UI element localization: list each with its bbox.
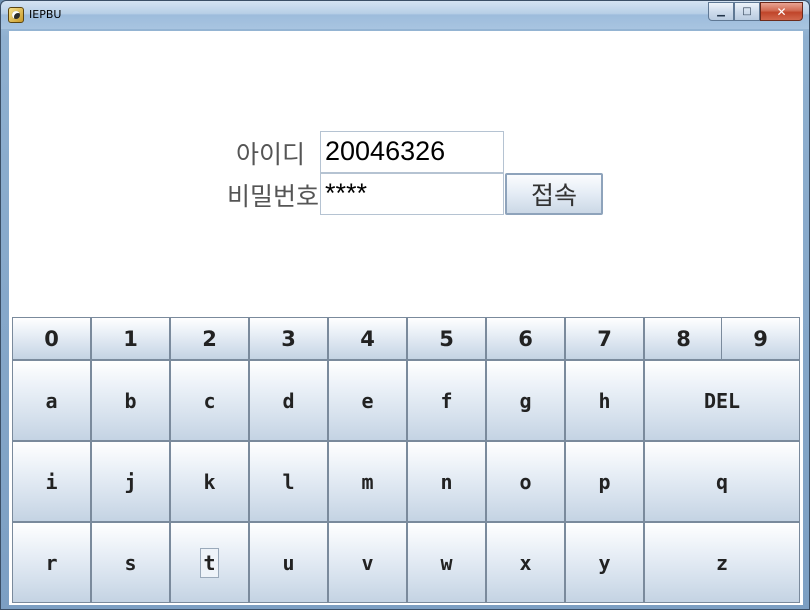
key-i-label: i bbox=[45, 469, 58, 494]
id-label: 아이디 bbox=[235, 140, 305, 169]
key-y-label: y bbox=[598, 550, 611, 575]
key-u-label: u bbox=[282, 550, 295, 575]
key-t[interactable]: t bbox=[170, 522, 249, 603]
key-p-label: p bbox=[598, 469, 611, 494]
key-r-label: r bbox=[45, 550, 58, 575]
key-x-label: x bbox=[519, 550, 532, 575]
key-x[interactable]: x bbox=[486, 522, 565, 603]
key-4[interactable]: 4 bbox=[328, 317, 407, 360]
key-1-label: 1 bbox=[123, 326, 138, 351]
key-v[interactable]: v bbox=[328, 522, 407, 603]
key-n[interactable]: n bbox=[407, 441, 486, 522]
key-z-label: z bbox=[715, 550, 729, 575]
key-y[interactable]: y bbox=[565, 522, 644, 603]
key-j[interactable]: j bbox=[91, 441, 170, 522]
title-bar[interactable]: IEPBU ▁ □ ✕ bbox=[1, 1, 809, 29]
key-k[interactable]: k bbox=[170, 441, 249, 522]
key-z[interactable]: z bbox=[644, 522, 800, 603]
delete-key-label: DEL bbox=[703, 388, 741, 413]
maximize-button[interactable]: □ bbox=[734, 2, 760, 21]
key-v-label: v bbox=[361, 550, 374, 575]
key-9-label: 9 bbox=[753, 326, 768, 351]
key-m[interactable]: m bbox=[328, 441, 407, 522]
key-6[interactable]: 6 bbox=[486, 317, 565, 360]
key-o[interactable]: o bbox=[486, 441, 565, 522]
key-l-label: l bbox=[282, 469, 295, 494]
key-b-label: b bbox=[124, 388, 137, 413]
key-l[interactable]: l bbox=[249, 441, 328, 522]
connect-button[interactable]: 접속 bbox=[505, 173, 603, 215]
key-h-label: h bbox=[598, 388, 611, 413]
key-2-label: 2 bbox=[202, 326, 217, 351]
key-p[interactable]: p bbox=[565, 441, 644, 522]
key-f-label: f bbox=[440, 388, 453, 413]
key-q-label: q bbox=[715, 469, 729, 494]
key-w[interactable]: w bbox=[407, 522, 486, 603]
key-3-label: 3 bbox=[281, 326, 296, 351]
client-area: 아이디 20046326 비밀번호 **** 접속 0 1 2 3 4 5 6 7 8 9 a b c d… bbox=[9, 31, 803, 605]
key-h[interactable]: h bbox=[565, 360, 644, 441]
key-j-label: j bbox=[124, 469, 137, 494]
key-k-label: k bbox=[203, 469, 216, 494]
password-label: 비밀번호 bbox=[226, 182, 319, 211]
key-5[interactable]: 5 bbox=[407, 317, 486, 360]
delete-key[interactable]: DEL bbox=[644, 360, 800, 441]
key-1[interactable]: 1 bbox=[91, 317, 170, 360]
key-5-label: 5 bbox=[439, 326, 454, 351]
key-8-label: 8 bbox=[676, 326, 691, 351]
key-a[interactable]: a bbox=[12, 360, 91, 441]
key-b[interactable]: b bbox=[91, 360, 170, 441]
key-t-label: t bbox=[200, 547, 219, 578]
key-9[interactable]: 9 bbox=[721, 317, 800, 360]
key-i[interactable]: i bbox=[12, 441, 91, 522]
key-u[interactable]: u bbox=[249, 522, 328, 603]
key-s[interactable]: s bbox=[91, 522, 170, 603]
key-a-label: a bbox=[45, 388, 58, 413]
key-c-label: c bbox=[203, 388, 216, 413]
close-button[interactable]: ✕ bbox=[760, 2, 803, 21]
password-input[interactable]: **** bbox=[320, 173, 504, 215]
key-e-label: e bbox=[361, 388, 374, 413]
window-title: IEPBU bbox=[29, 8, 62, 21]
id-input[interactable]: 20046326 bbox=[320, 131, 504, 173]
key-m-label: m bbox=[361, 469, 374, 494]
on-screen-keypad: 0 1 2 3 4 5 6 7 8 9 a b c d e f g h DEL i j k l m n o p q r s t u v w x y z bbox=[12, 317, 800, 603]
key-7-label: 7 bbox=[597, 326, 612, 351]
key-0-label: 0 bbox=[44, 326, 59, 351]
key-7[interactable]: 7 bbox=[565, 317, 644, 360]
key-d-label: d bbox=[282, 388, 295, 413]
app-window: IEPBU ▁ □ ✕ 아이디 20046326 비밀번호 **** 접속 0 1… bbox=[0, 0, 810, 610]
key-c[interactable]: c bbox=[170, 360, 249, 441]
key-4-label: 4 bbox=[360, 326, 375, 351]
app-icon bbox=[8, 7, 24, 23]
key-d[interactable]: d bbox=[249, 360, 328, 441]
key-r[interactable]: r bbox=[12, 522, 91, 603]
key-3[interactable]: 3 bbox=[249, 317, 328, 360]
key-6-label: 6 bbox=[518, 326, 533, 351]
key-g[interactable]: g bbox=[486, 360, 565, 441]
key-o-label: o bbox=[519, 469, 532, 494]
key-0[interactable]: 0 bbox=[12, 317, 91, 360]
key-f[interactable]: f bbox=[407, 360, 486, 441]
key-s-label: s bbox=[124, 550, 137, 575]
caption-buttons: ▁ □ ✕ bbox=[708, 2, 803, 21]
key-q[interactable]: q bbox=[644, 441, 800, 522]
minimize-button[interactable]: ▁ bbox=[708, 2, 734, 21]
key-2[interactable]: 2 bbox=[170, 317, 249, 360]
key-n-label: n bbox=[440, 469, 453, 494]
key-8[interactable]: 8 bbox=[644, 317, 723, 360]
key-g-label: g bbox=[519, 388, 532, 413]
key-e[interactable]: e bbox=[328, 360, 407, 441]
key-w-label: w bbox=[440, 550, 453, 575]
